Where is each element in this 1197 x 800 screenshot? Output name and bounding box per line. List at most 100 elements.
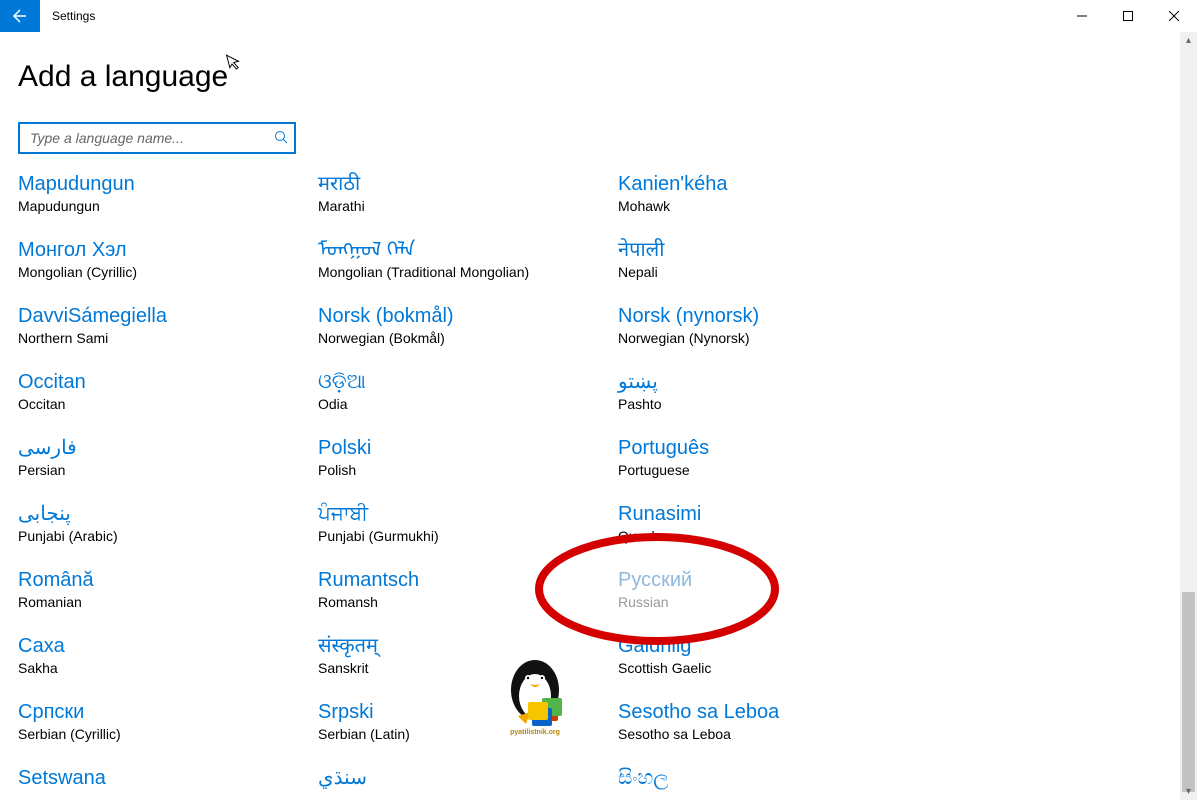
scroll-thumb[interactable] — [1182, 592, 1195, 792]
search-input[interactable] — [30, 130, 274, 146]
language-native-name: DavviSámegiella — [18, 304, 318, 328]
language-native-name: Polski — [318, 436, 618, 460]
language-item[interactable]: Română Romanian — [18, 568, 318, 610]
minimize-button[interactable] — [1059, 0, 1105, 32]
language-item[interactable]: Norsk (bokmål)Norwegian (Bokmål) — [318, 304, 618, 346]
language-item[interactable]: Rumantsch Romansh — [318, 568, 618, 610]
language-english-name: Quechua — [618, 528, 918, 544]
language-native-name: پښتو — [618, 370, 918, 394]
language-english-name: Polish — [318, 462, 618, 478]
language-english-name: Occitan — [18, 396, 318, 412]
language-english-name: Punjabi (Arabic) — [18, 528, 318, 544]
language-native-name: Kanien'kéha — [618, 172, 918, 196]
language-native-name: Srpski — [318, 700, 618, 724]
back-button[interactable] — [0, 0, 40, 32]
language-english-name: Mongolian (Cyrillic) — [18, 264, 318, 280]
cursor-icon — [225, 50, 246, 76]
language-native-name: Occitan — [18, 370, 318, 394]
content-area: Add a language Mapudungun Mapudungunमराठी… — [0, 32, 1197, 800]
maximize-button[interactable] — [1105, 0, 1151, 32]
language-english-name: Nepali — [618, 264, 918, 280]
language-grid: Mapudungun Mapudungunमराठी MarathiKanien'k… — [18, 172, 1197, 792]
language-native-name: ਪੰਜਾਬੀ — [318, 502, 618, 526]
language-native-name: Монгол Хэл — [18, 238, 318, 262]
language-native-name: ଓଡ଼ିଆ — [318, 370, 618, 394]
language-item[interactable]: سنڌي — [318, 766, 618, 792]
language-native-name: संस्कृतम् — [318, 634, 618, 658]
language-english-name: Sesotho sa Leboa — [618, 726, 918, 742]
language-item[interactable]: Sesotho sa Leboa Sesotho sa Leboa — [618, 700, 918, 742]
language-item[interactable]: Srpski Serbian (Latin) — [318, 700, 618, 742]
language-item[interactable]: Polski Polish — [318, 436, 618, 478]
language-item[interactable]: Occitan Occitan — [18, 370, 318, 412]
language-native-name: پنجابی — [18, 502, 318, 526]
language-english-name: Sanskrit — [318, 660, 618, 676]
language-item[interactable]: Mapudungun Mapudungun — [18, 172, 318, 214]
page-title: Add a language — [18, 60, 228, 94]
language-native-name: मराठी — [318, 172, 618, 196]
language-item[interactable]: संस्कृतम् Sanskrit — [318, 634, 618, 676]
language-native-name: Norsk (nynorsk) — [618, 304, 918, 328]
language-native-name: فارسى — [18, 436, 318, 460]
language-native-name: Mapudungun — [18, 172, 318, 196]
language-native-name: Norsk (bokmål) — [318, 304, 618, 328]
search-box[interactable] — [18, 122, 296, 154]
language-item[interactable]: Српски Serbian (Cyrillic) — [18, 700, 318, 742]
language-english-name: Romanian — [18, 594, 318, 610]
language-item[interactable]: मराठी Marathi — [318, 172, 618, 214]
language-item[interactable]: Саха Sakha — [18, 634, 318, 676]
language-english-name: Scottish Gaelic — [618, 660, 918, 676]
language-english-name: Romansh — [318, 594, 618, 610]
language-item[interactable]: ਪੰਜਾਬੀ Punjabi (Gurmukhi) — [318, 502, 618, 544]
language-english-name: Punjabi (Gurmukhi) — [318, 528, 618, 544]
language-english-name: Serbian (Latin) — [318, 726, 618, 742]
language-item[interactable]: ଓଡ଼ିଆOdia — [318, 370, 618, 412]
language-native-name: Sesotho sa Leboa — [618, 700, 918, 724]
language-english-name: Mongolian (Traditional Mongolian) — [318, 264, 618, 280]
language-item[interactable]: پنجابی Punjabi (Arabic) — [18, 502, 318, 544]
language-native-name: Саха — [18, 634, 318, 658]
language-native-name: සිංහල — [618, 766, 918, 790]
language-english-name: Mohawk — [618, 198, 918, 214]
language-native-name: Русский — [618, 568, 918, 592]
language-native-name: Rumantsch — [318, 568, 618, 592]
language-item[interactable]: Runasimi Quechua — [618, 502, 918, 544]
language-item[interactable]: नेपालीNepali — [618, 238, 918, 280]
language-english-name: Serbian (Cyrillic) — [18, 726, 318, 742]
language-item[interactable]: සිංහල — [618, 766, 918, 792]
language-english-name: Mapudungun — [18, 198, 318, 214]
language-item[interactable]: Norsk (nynorsk)Norwegian (Nynorsk) — [618, 304, 918, 346]
window-title: Settings — [40, 0, 1059, 32]
window-controls — [1059, 0, 1197, 32]
close-button[interactable] — [1151, 0, 1197, 32]
language-english-name: Persian — [18, 462, 318, 478]
language-native-name: ᠮᠣᠩᠭᠤᠯ ᠬᠡᠯᠡ — [318, 238, 618, 262]
language-item[interactable]: پښتو Pashto — [618, 370, 918, 412]
language-native-name: Runasimi — [618, 502, 918, 526]
language-english-name: Northern Sami — [18, 330, 318, 346]
language-english-name: Pashto — [618, 396, 918, 412]
titlebar: Settings — [0, 0, 1197, 32]
search-icon — [274, 130, 288, 147]
language-native-name: Português — [618, 436, 918, 460]
language-item[interactable]: Gàidhlig Scottish Gaelic — [618, 634, 918, 676]
scroll-up-button[interactable]: ▴ — [1180, 32, 1197, 49]
language-english-name: Portuguese — [618, 462, 918, 478]
language-native-name: Gàidhlig — [618, 634, 918, 658]
language-english-name: Russian — [618, 594, 918, 610]
language-native-name: Српски — [18, 700, 318, 724]
language-item[interactable]: DavviSámegiella Northern Sami — [18, 304, 318, 346]
language-item[interactable]: Русский Russian — [618, 568, 918, 610]
language-item[interactable]: Setswana — [18, 766, 318, 792]
scroll-down-button[interactable]: ▾ — [1180, 783, 1197, 800]
language-item[interactable]: Kanien'kéha Mohawk — [618, 172, 918, 214]
language-native-name: Română — [18, 568, 318, 592]
language-item[interactable]: ᠮᠣᠩᠭᠤᠯ ᠬᠡᠯᠡ Mongolian (Traditional Mongol… — [318, 238, 618, 280]
language-english-name: Sakha — [18, 660, 318, 676]
language-item[interactable]: Português Portuguese — [618, 436, 918, 478]
language-item[interactable]: فارسى Persian — [18, 436, 318, 478]
language-item[interactable]: Монгол Хэл Mongolian (Cyrillic) — [18, 238, 318, 280]
scrollbar[interactable]: ▴ ▾ — [1180, 32, 1197, 800]
back-arrow-icon — [12, 8, 28, 24]
language-english-name: Marathi — [318, 198, 618, 214]
